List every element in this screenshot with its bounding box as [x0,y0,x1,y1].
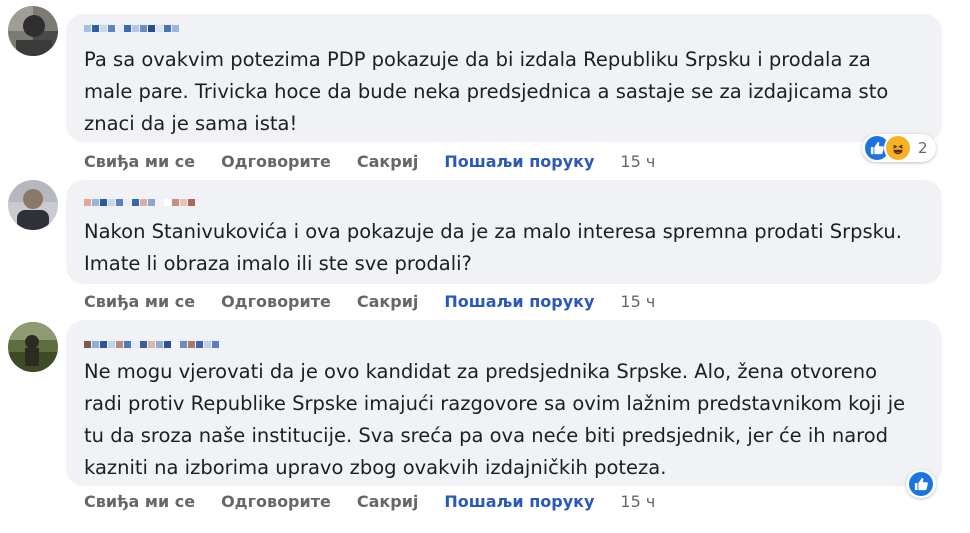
hide-button[interactable]: Сакриј [357,152,419,171]
author-name-blurred[interactable] [84,194,195,210]
comment-text: Ne mogu vjerovati da je ovo kandidat za … [84,360,906,479]
author-name-blurred[interactable] [84,336,219,352]
comment-bubble: Pa sa ovakvim potezima PDP pokazuje da b… [66,14,942,142]
hide-button[interactable]: Сакриј [357,292,419,311]
like-button[interactable]: Свиђа ми се [84,292,195,311]
send-message-button[interactable]: Пошаљи поруку [444,492,594,511]
hide-button[interactable]: Сакриј [357,492,419,511]
reply-button[interactable]: Одговорите [221,152,331,171]
send-message-button[interactable]: Пошаљи поруку [444,292,594,311]
like-button[interactable]: Свиђа ми се [84,152,195,171]
comment-bubble: Nakon Stanivukovića i ova pokazuje da je… [66,180,942,284]
comment-actions: Свиђа ми се Одговорите Сакриј Пошаљи пор… [84,290,655,312]
comment-1: Pa sa ovakvim potezima PDP pokazuje da b… [0,0,970,180]
send-message-button[interactable]: Пошаљи поруку [444,152,594,171]
comment-bubble: Ne mogu vjerovati da je ovo kandidat za … [66,320,942,486]
avatar[interactable] [8,180,58,230]
comment-3: Ne mogu vjerovati da je ovo kandidat za … [0,318,970,533]
haha-icon [884,134,912,162]
reply-button[interactable]: Одговорите [221,292,331,311]
comment-2: Nakon Stanivukovića i ova pokazuje da je… [0,180,970,320]
timestamp[interactable]: 15 ч [620,292,655,311]
comment-actions: Свиђа ми се Одговорите Сакриј Пошаљи пор… [84,150,655,172]
avatar[interactable] [8,6,58,56]
author-name-blurred[interactable] [84,20,179,36]
comment-actions: Свиђа ми се Одговорите Сакриј Пошаљи пор… [84,490,655,512]
comment-text: Nakon Stanivukovića i ova pokazuje da je… [84,220,902,275]
reply-button[interactable]: Одговорите [221,492,331,511]
like-icon [909,472,933,496]
timestamp[interactable]: 15 ч [620,492,655,511]
like-button[interactable]: Свиђа ми се [84,492,195,511]
timestamp[interactable]: 15 ч [620,152,655,171]
avatar[interactable] [8,322,58,372]
reaction-count: 2 [918,139,928,157]
reactions-summary[interactable]: 2 [862,134,936,162]
reactions-summary[interactable] [906,470,936,498]
comment-text: Pa sa ovakvim potezima PDP pokazuje da b… [84,48,889,135]
